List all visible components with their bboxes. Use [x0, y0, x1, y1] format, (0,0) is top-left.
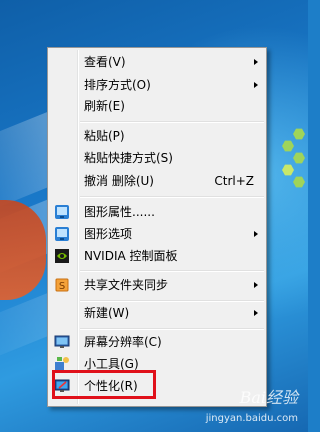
menu-item-label: 共享文件夹同步 — [84, 278, 169, 292]
menu-item-label: 排序方式(O) — [84, 78, 151, 92]
submenu-arrow-icon — [254, 282, 258, 288]
menu-item-label: 图形选项 — [84, 227, 133, 241]
submenu-arrow-icon — [254, 82, 258, 88]
menu-item-label: 粘贴快捷方式(S) — [84, 151, 173, 165]
menu-item-screen-resolution[interactable]: 屏幕分辨率(C) — [50, 332, 264, 352]
menu-item-label: 图形属性...... — [84, 205, 155, 219]
menu-item-undo-delete[interactable]: 撤消 删除(U) Ctrl+Z — [50, 171, 264, 191]
menu-item-nvidia-control-panel[interactable]: NVIDIA 控制面板 — [50, 246, 264, 266]
desktop-hex-icon — [282, 140, 294, 152]
menu-item-sort-by[interactable]: 排序方式(O) — [50, 75, 264, 95]
menu-separator — [80, 328, 264, 330]
watermark-brand: Bai经验 — [239, 388, 298, 407]
intel-graphics-icon — [54, 226, 70, 242]
submenu-arrow-icon — [254, 59, 258, 65]
baidu-jingyan-watermark: Bai经验 jingyan.baidu.com — [206, 382, 298, 424]
desktop-hex-icon — [293, 176, 305, 188]
menu-item-refresh[interactable]: 刷新(E) — [50, 96, 264, 116]
menu-item-paste-shortcut[interactable]: 粘贴快捷方式(S) — [50, 148, 264, 168]
menu-item-view[interactable]: 查看(V) — [50, 52, 264, 72]
nvidia-icon — [54, 248, 70, 264]
menu-item-shared-folder-sync[interactable]: S 共享文件夹同步 — [50, 275, 264, 295]
menu-item-label: 撤消 删除(U) — [84, 174, 154, 188]
intel-graphics-icon — [54, 204, 70, 220]
desktop-hex-icon — [282, 164, 294, 176]
annotation-highlight-box — [52, 370, 156, 399]
menu-item-graphics-options[interactable]: 图形选项 — [50, 224, 264, 244]
menu-separator — [80, 270, 264, 272]
menu-item-paste[interactable]: 粘贴(P) — [50, 126, 264, 146]
menu-item-label: 粘贴(P) — [84, 129, 125, 143]
desktop-hex-icon — [293, 152, 305, 164]
monitor-icon — [54, 334, 70, 350]
svg-text:S: S — [59, 281, 65, 292]
menu-item-graphics-properties[interactable]: 图形属性...... — [50, 202, 264, 222]
menu-item-label: 屏幕分辨率(C) — [84, 335, 162, 349]
menu-item-label: 查看(V) — [84, 55, 126, 69]
menu-separator — [80, 121, 264, 123]
sync-folder-icon: S — [54, 277, 70, 293]
menu-separator — [80, 300, 264, 302]
menu-item-new[interactable]: 新建(W) — [50, 303, 264, 323]
watermark-url: jingyan.baidu.com — [205, 413, 298, 424]
submenu-arrow-icon — [254, 310, 258, 316]
menu-item-label: 新建(W) — [84, 306, 130, 320]
desktop-context-menu: 查看(V) 排序方式(O) 刷新(E) 粘贴(P) 粘贴快捷方式(S) 撤消 删… — [47, 47, 267, 407]
desktop-hex-icon — [293, 128, 305, 140]
menu-item-label: 刷新(E) — [84, 99, 125, 113]
submenu-arrow-icon — [254, 231, 258, 237]
menu-item-label: NVIDIA 控制面板 — [84, 249, 178, 263]
menu-separator — [80, 196, 264, 198]
menu-item-shortcut: Ctrl+Z — [214, 174, 254, 188]
